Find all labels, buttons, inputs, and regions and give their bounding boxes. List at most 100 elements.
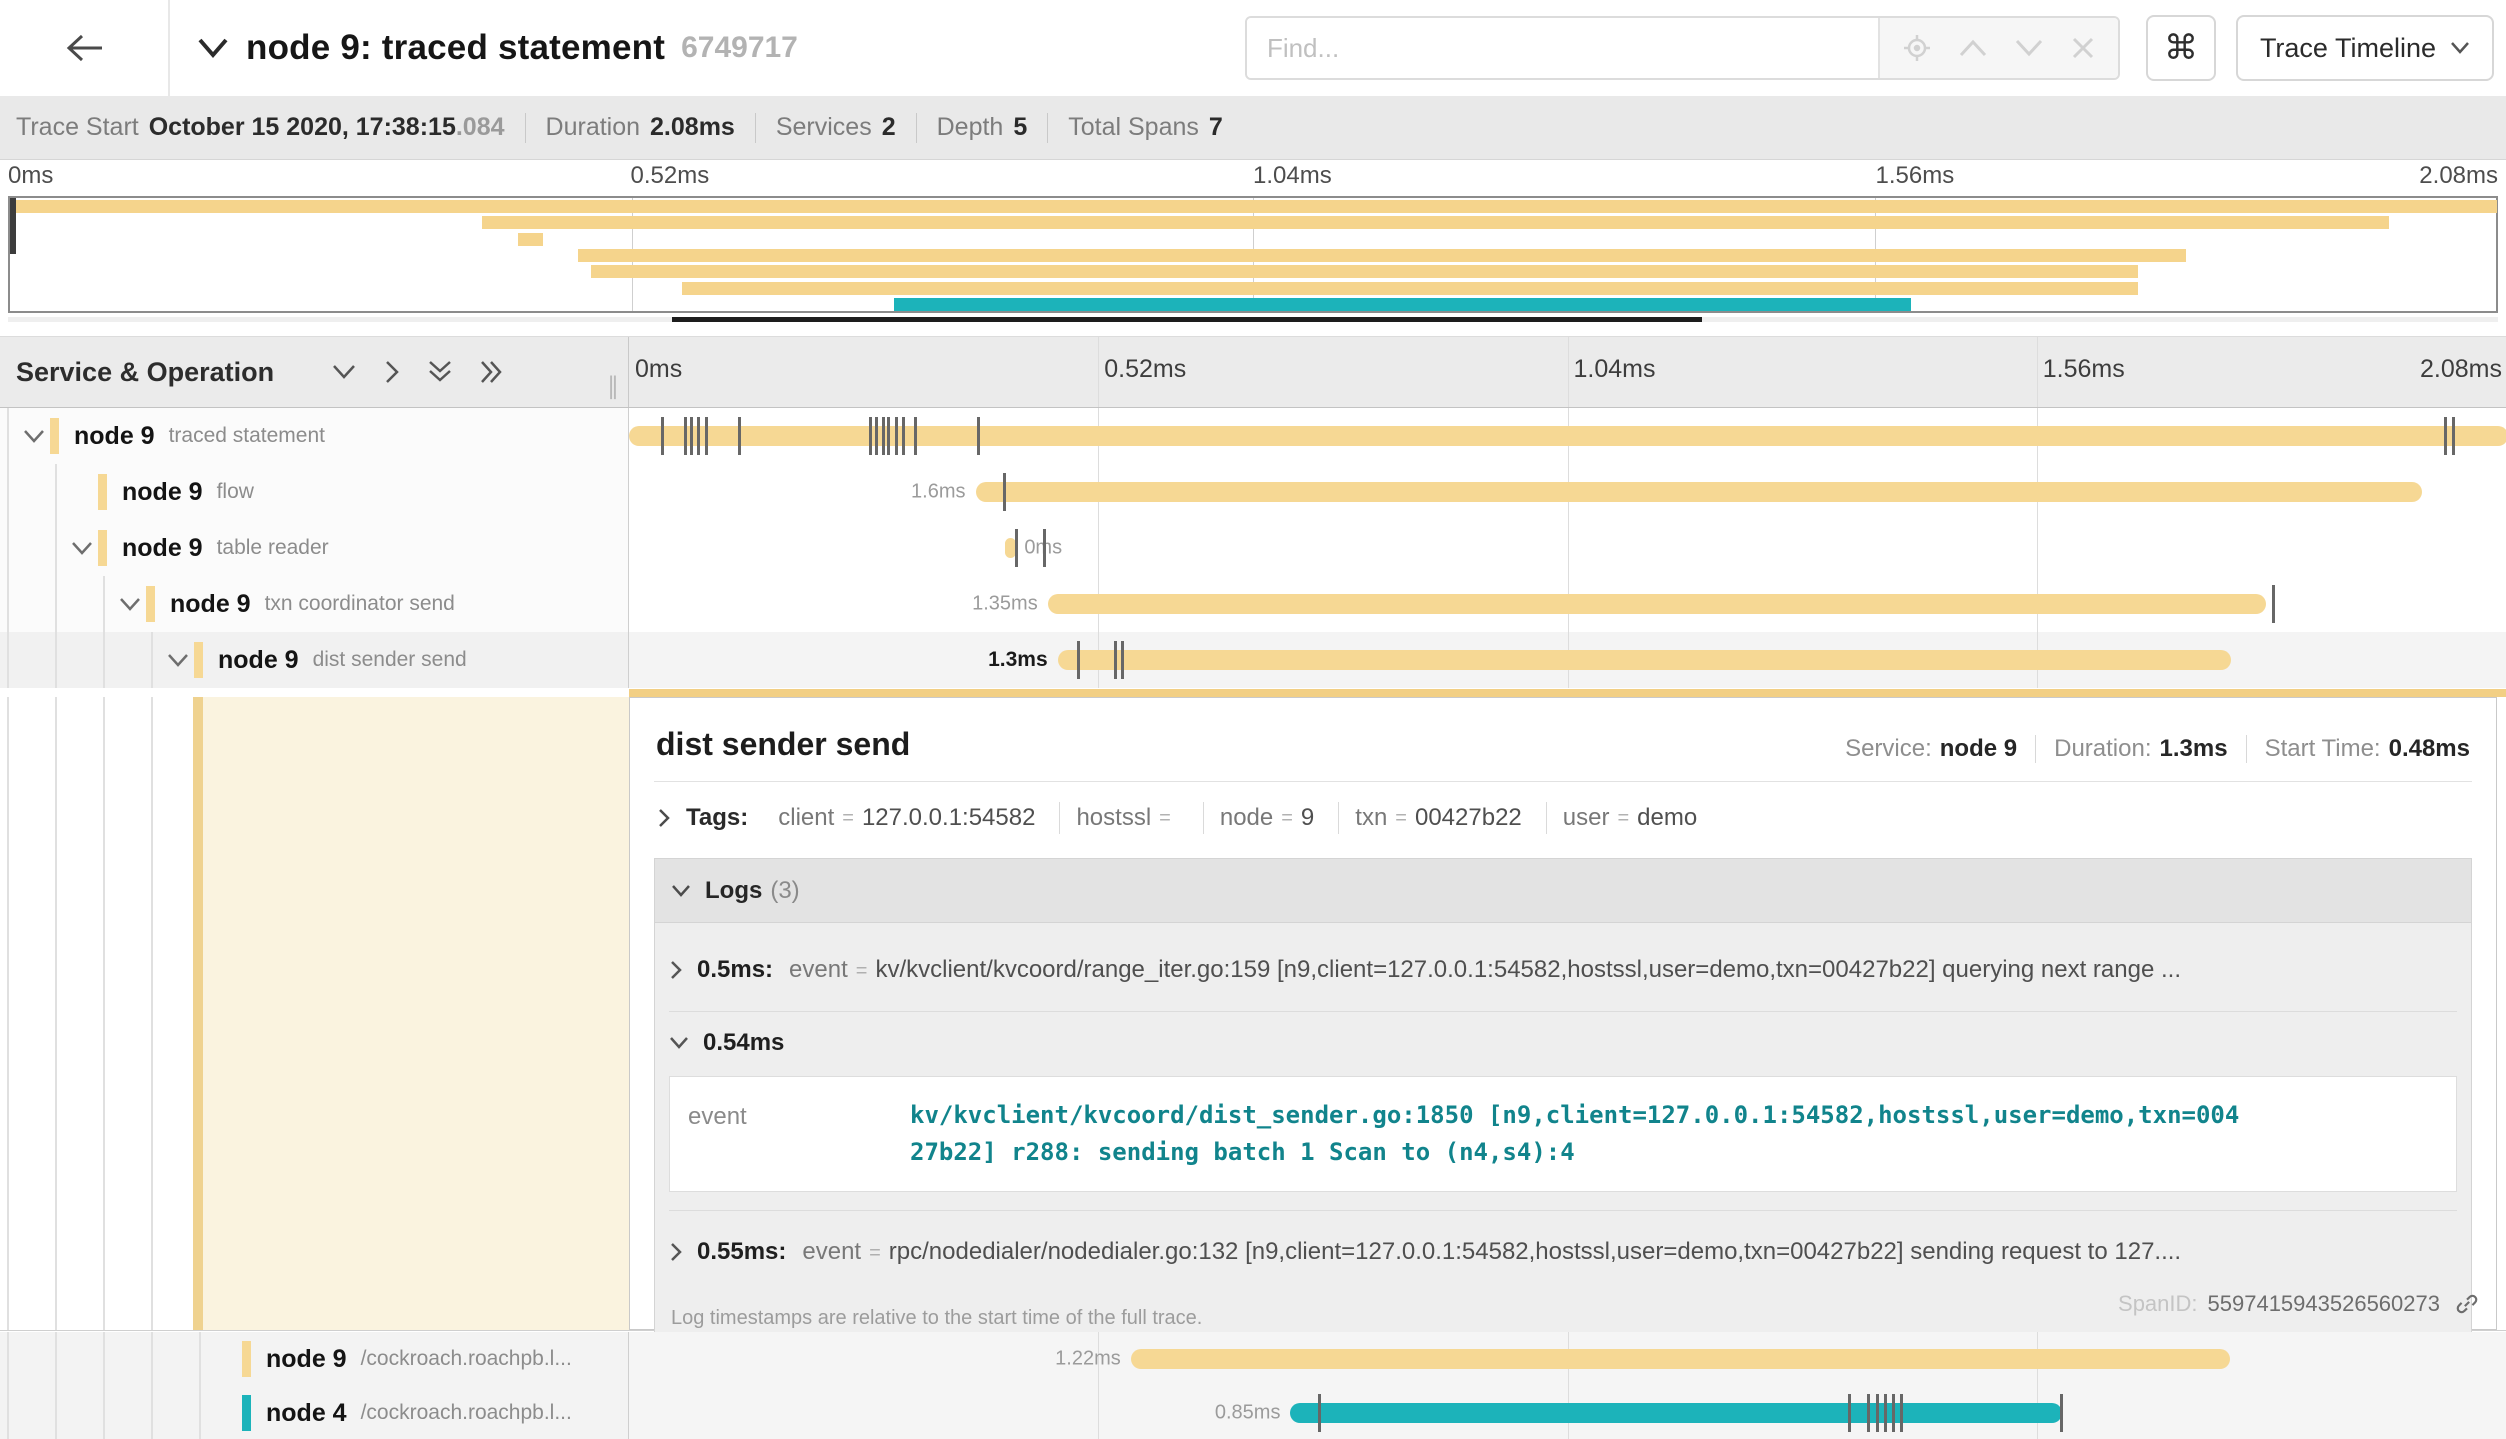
span-name-cell[interactable]: node 4/cockroach.roachpb.l...	[0, 1386, 629, 1439]
tags-toggle-row[interactable]: Tags: client=127.0.0.1:54582hostssl=node…	[654, 782, 2472, 854]
indent-guide	[55, 697, 57, 1330]
trace-view-select[interactable]: Trace Timeline	[2236, 15, 2494, 81]
summary-label: Total Spans	[1068, 113, 1199, 142]
expander-chevron-icon[interactable]	[70, 541, 94, 556]
timeline-tick-label: 0.52ms	[1098, 355, 1186, 384]
log-key-values-table: event kv/kvclient/kvcoord/dist_sender.go…	[669, 1076, 2457, 1192]
log-marker-tick	[684, 417, 687, 455]
indent-guide	[151, 1386, 153, 1439]
span-track[interactable]: 1.22ms	[629, 1332, 2506, 1386]
log-marker-tick	[1077, 641, 1080, 679]
indent-guide	[7, 520, 9, 576]
span-duration-bar[interactable]	[1290, 1403, 2062, 1423]
span-track[interactable]: 1.6ms	[629, 464, 2506, 520]
detail-gutter-fill	[203, 697, 629, 1330]
span-name-cell[interactable]: node 9/cockroach.roachpb.l...	[0, 1332, 629, 1386]
log-entry[interactable]: 0.5ms: event=kv/kvclient/kvcoord/range_i…	[669, 929, 2457, 1011]
span-duration-bar[interactable]	[1131, 1349, 2230, 1369]
span-duration-label: 1.6ms	[911, 481, 965, 504]
span-row[interactable]: node 9flow 1.6ms	[0, 464, 2506, 520]
span-name-cell[interactable]: node 9traced statement	[0, 408, 629, 464]
span-name-cell[interactable]: node 9table reader	[0, 520, 629, 576]
logs-count: (3)	[770, 877, 799, 905]
log-marker-tick	[1876, 1394, 1879, 1432]
log-marker-tick	[2060, 1394, 2063, 1432]
clear-find-icon[interactable]	[2071, 36, 2095, 60]
logs-body: 0.5ms: event=kv/kvclient/kvcoord/range_i…	[655, 923, 2471, 1348]
minimap-span-bar	[482, 216, 2389, 229]
deep-link-icon[interactable]	[2454, 1291, 2480, 1317]
tag-divider	[1203, 802, 1204, 834]
span-name-wrap: node 9flow	[70, 464, 254, 520]
column-resizer-grip[interactable]: ∥	[607, 372, 622, 401]
minimap-drag-handle[interactable]	[10, 198, 16, 254]
indent-guide	[103, 697, 105, 1330]
timeline-ticks-header: 0ms0.52ms1.04ms1.56ms2.08ms	[629, 337, 2506, 407]
expander-chevron-icon[interactable]	[166, 653, 190, 668]
log-marker-tick	[2444, 417, 2447, 455]
span-meta: Service:node 9 Duration:1.3ms Start Time…	[1845, 735, 2470, 763]
indent-guide	[151, 1332, 153, 1386]
span-name-cell[interactable]: node 9flow	[0, 464, 629, 520]
expander-chevron-icon[interactable]	[22, 429, 46, 444]
indent-guide	[55, 576, 57, 632]
find-input[interactable]	[1247, 18, 1878, 78]
span-duration-bar[interactable]	[1058, 650, 2231, 670]
collapse-all-icon[interactable]	[426, 359, 454, 385]
collapse-one-icon[interactable]	[330, 362, 358, 382]
span-track[interactable]: 1.35ms	[629, 576, 2506, 632]
equals-sign: =	[1281, 807, 1293, 830]
back-button[interactable]	[0, 0, 170, 96]
find-next-icon[interactable]	[2014, 38, 2044, 58]
expand-one-icon[interactable]	[382, 359, 402, 385]
span-row[interactable]: node 9/cockroach.roachpb.l... 1.22ms	[0, 1332, 2506, 1386]
span-duration-bar[interactable]	[976, 482, 2423, 502]
span-track[interactable]	[629, 408, 2506, 464]
span-row[interactable]: node 9table reader0ms	[0, 520, 2506, 576]
collapse-trace-icon[interactable]	[196, 36, 230, 60]
span-track[interactable]: 1.3ms	[629, 632, 2506, 688]
span-row[interactable]: node 9dist sender send 1.3ms	[0, 632, 2506, 688]
expand-all-icon[interactable]	[478, 359, 504, 385]
log-timestamp: 0.55ms:	[697, 1238, 786, 1266]
service-color-bar	[194, 642, 203, 678]
operation-name: table reader	[217, 536, 329, 560]
span-track[interactable]: 0ms	[629, 520, 2506, 576]
summary-divider	[755, 113, 756, 143]
span-row[interactable]: node 9txn coordinator send1.35ms	[0, 576, 2506, 632]
span-row[interactable]: node 9traced statement	[0, 408, 2506, 464]
log-marker-tick	[661, 417, 664, 455]
summary-divider	[916, 113, 917, 143]
operation-name: /cockroach.roachpb.l...	[361, 1347, 572, 1371]
keyboard-shortcuts-button[interactable]: ⌘	[2146, 15, 2216, 81]
service-operation-title: Service & Operation	[16, 357, 274, 388]
span-name-cell[interactable]: node 9txn coordinator send	[0, 576, 629, 632]
find-prev-icon[interactable]	[1958, 38, 1988, 58]
chevron-right-icon	[669, 960, 683, 980]
span-name-wrap: node 9/cockroach.roachpb.l...	[214, 1332, 572, 1386]
service-name: node 9	[122, 478, 203, 507]
log-marker-tick	[902, 417, 905, 455]
span-track[interactable]: 0.85ms	[629, 1386, 2506, 1439]
span-row[interactable]: node 4/cockroach.roachpb.l...0.85ms	[0, 1386, 2506, 1439]
minimap-scrollbar-thumb[interactable]	[672, 317, 1702, 322]
log-entry-expanded[interactable]: 0.54ms	[669, 1012, 2457, 1074]
minimap-span-bar	[591, 265, 2139, 278]
log-marker-tick	[1121, 641, 1124, 679]
log-timestamp: 0.5ms:	[697, 956, 773, 984]
timeline-tick-label: 0ms	[629, 355, 682, 384]
expander-chevron-icon[interactable]	[118, 597, 142, 612]
span-name-cell[interactable]: node 9dist sender send	[0, 632, 629, 688]
span-duration-bar[interactable]	[1048, 594, 2266, 614]
logs-toggle-header[interactable]: Logs (3)	[655, 859, 2471, 923]
locate-icon[interactable]	[1903, 34, 1931, 62]
summary-value-suffix: .084	[456, 113, 505, 142]
log-value: kv/kvclient/kvcoord/range_iter.go:159 [n…	[875, 956, 2181, 983]
minimap-scrollbar[interactable]	[8, 317, 2498, 322]
minimap-canvas[interactable]	[8, 196, 2498, 313]
span-duration-bar[interactable]	[629, 426, 2506, 446]
indent-guide	[7, 632, 9, 688]
span-id-value: 5597415943526560273	[2208, 1291, 2440, 1317]
span-name-wrap: node 9dist sender send	[166, 632, 467, 688]
log-entry[interactable]: 0.55ms: event=rpc/nodedialer/nodedialer.…	[669, 1211, 2457, 1293]
